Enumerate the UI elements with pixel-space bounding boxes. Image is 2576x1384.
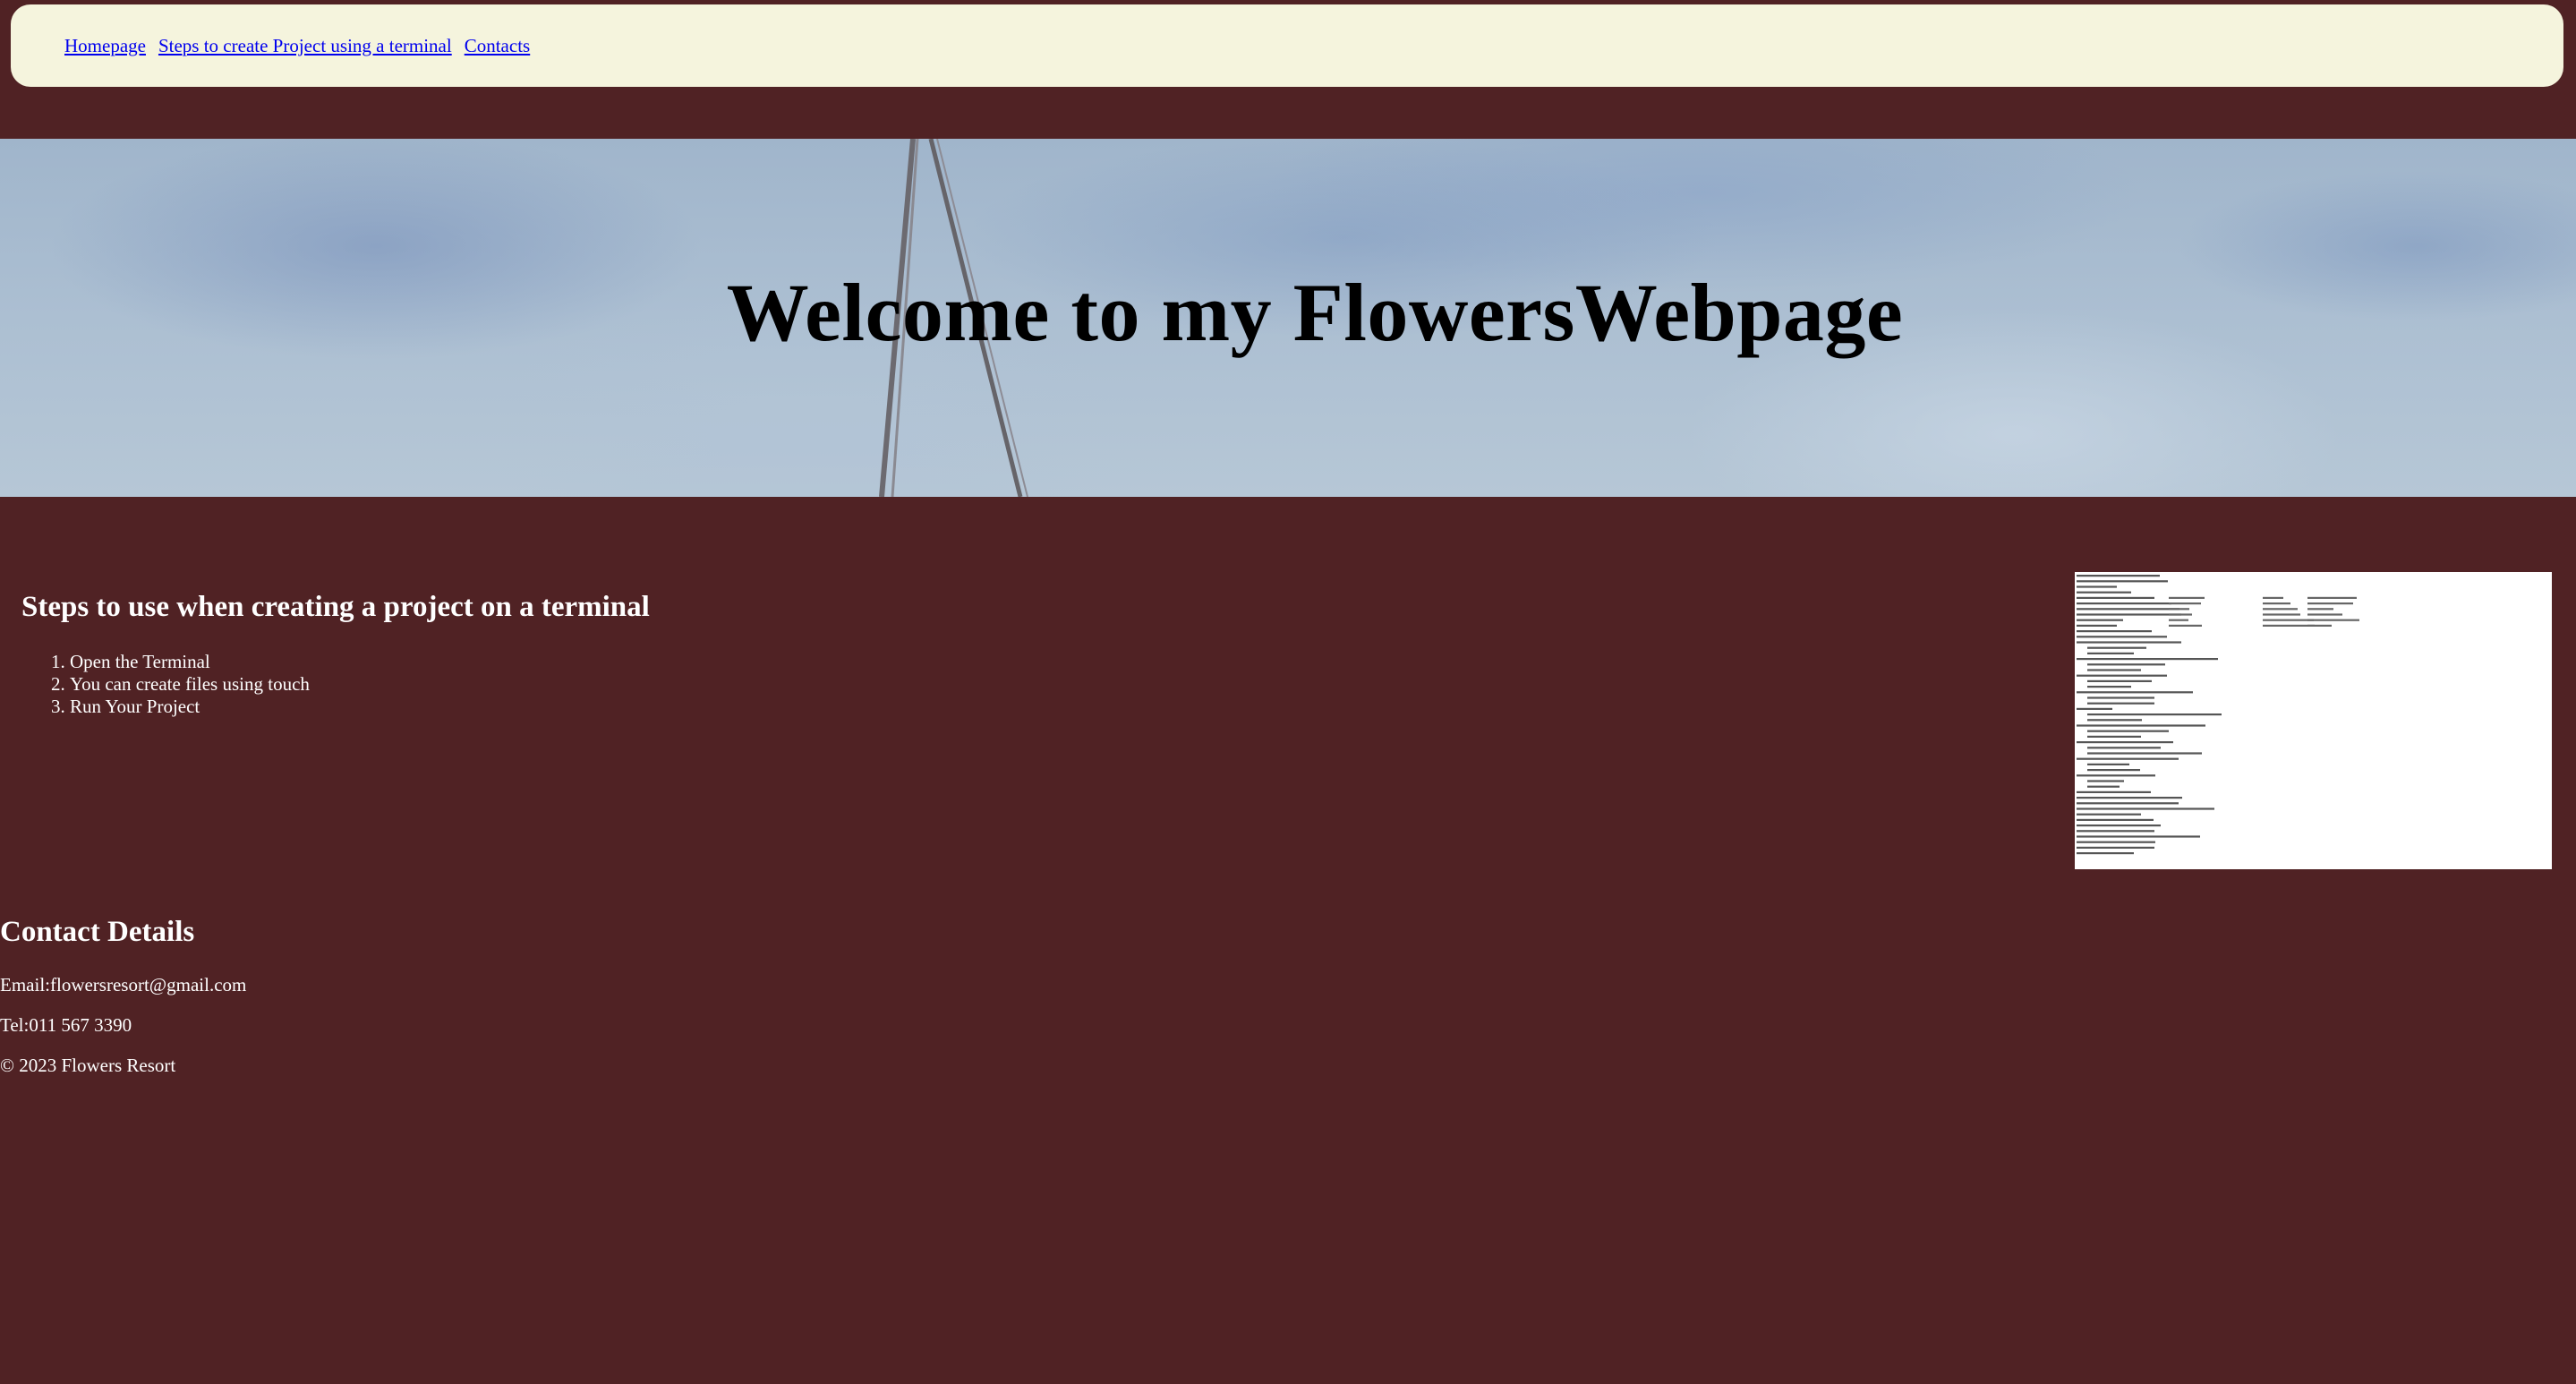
contact-email: Email:flowersresort@gmail.com	[0, 974, 247, 995]
nav-link-contacts[interactable]: Contacts	[465, 35, 531, 57]
contact-heading: Contact Details	[0, 916, 195, 948]
list-item: Open the Terminal	[70, 651, 1275, 673]
steps-list: Open the Terminal You can create files u…	[21, 651, 1275, 718]
contact-section: Contact Details Email:flowersresort@gmai…	[0, 916, 246, 1097]
hero-banner: Welcome to my FlowersWebpage	[0, 139, 2576, 497]
nav-link-steps[interactable]: Steps to create Project using a terminal	[158, 35, 452, 57]
top-navigation: Homepage Steps to create Project using a…	[11, 4, 2563, 87]
terminal-screenshot-image	[2075, 572, 2552, 869]
steps-heading: Steps to use when creating a project on …	[21, 591, 650, 623]
hero-title: Welcome to my FlowersWebpage	[726, 267, 1904, 358]
nav-link-homepage[interactable]: Homepage	[64, 35, 146, 57]
list-item: You can create files using touch	[70, 673, 1275, 696]
contact-phone: Tel:011 567 3390	[0, 1014, 132, 1036]
list-item: Run Your Project	[70, 696, 1275, 718]
copyright-text: © 2023 Flowers Resort	[0, 1055, 176, 1076]
steps-section: Steps to use when creating a project on …	[21, 591, 1275, 718]
